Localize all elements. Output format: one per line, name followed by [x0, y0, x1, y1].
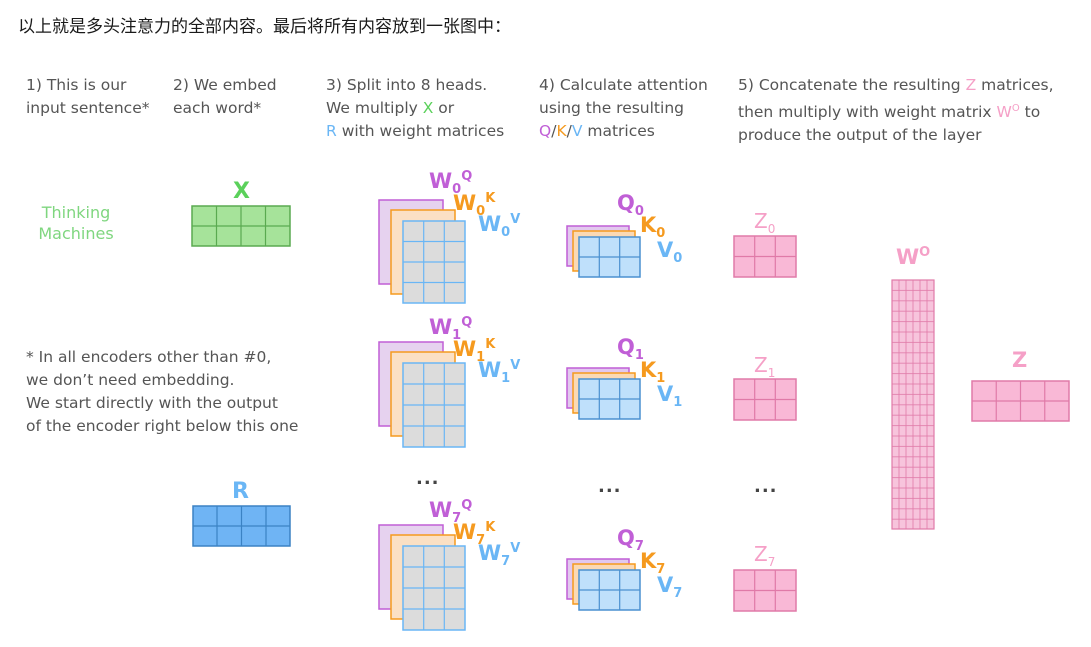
superscript: Q — [461, 498, 473, 513]
v-label-head-1: V1 — [657, 382, 683, 411]
superscript: K — [485, 191, 496, 206]
k-letter: K — [640, 358, 657, 382]
superscript: Q — [461, 315, 473, 330]
subscript: 1 — [673, 395, 683, 411]
w-letter: W — [896, 245, 920, 269]
z-label-head-1: Z1 — [754, 355, 775, 379]
wv-label-head-0: W0V — [478, 213, 520, 239]
w-letter: W — [453, 520, 477, 544]
z-label-head-0: Z0 — [754, 211, 775, 235]
superscript: K — [485, 337, 496, 352]
subscript: 7 — [501, 554, 511, 570]
w-letter: W — [453, 337, 477, 361]
wv-label-head-1: W1V — [478, 359, 520, 385]
subscript: 0 — [767, 222, 776, 236]
superscript: V — [510, 212, 521, 227]
q-letter: Q — [617, 191, 635, 215]
qkv-stack-head-0 — [566, 225, 641, 278]
subscript: 7 — [673, 586, 683, 602]
v-letter: V — [657, 382, 674, 406]
w-letter: W — [429, 498, 453, 522]
k-label-head-0: K0 — [640, 213, 665, 241]
k-letter: K — [640, 549, 657, 573]
subscript: 1 — [767, 366, 776, 380]
r-label: R — [232, 479, 249, 504]
qkv-stack-head-1 — [566, 367, 641, 420]
q-letter: Q — [617, 526, 635, 550]
w-letter: W — [429, 169, 453, 193]
w-letter: W — [453, 191, 477, 215]
r-matrix — [192, 505, 291, 547]
subscript: 0 — [501, 225, 511, 241]
ellipsis-z: ... — [754, 476, 778, 497]
subscript: 7 — [767, 555, 776, 569]
wv-label-head-7: W7V — [478, 542, 520, 568]
matrix-figure — [191, 199, 1070, 631]
superscript: Q — [461, 169, 473, 184]
w-letter: W — [478, 358, 502, 382]
k-letter: K — [640, 213, 657, 237]
z-label-head-7: Z7 — [754, 544, 775, 568]
wo-weight-matrix — [891, 279, 935, 530]
superscript: V — [510, 358, 521, 373]
subscript: 1 — [501, 371, 511, 387]
v-letter: V — [657, 573, 674, 597]
v-label-head-7: V7 — [657, 573, 683, 602]
z-letter: Z — [754, 209, 768, 233]
q-letter: Q — [617, 335, 635, 359]
v-label-head-0: V0 — [657, 238, 683, 267]
output-z-matrix — [971, 380, 1070, 422]
wo-label: WO — [896, 246, 930, 268]
w-letter: W — [429, 315, 453, 339]
ellipsis-qkv: ... — [598, 476, 622, 497]
w-letter: W — [478, 541, 502, 565]
qkv-stack-head-7 — [566, 558, 641, 611]
superscript: K — [485, 520, 496, 535]
z-letter: Z — [754, 542, 768, 566]
z-matrix-head-7 — [733, 569, 797, 612]
x-label: X — [233, 179, 250, 204]
z-matrix-head-1 — [733, 378, 797, 421]
w-letter: W — [478, 212, 502, 236]
superscript: O — [919, 245, 931, 260]
superscript: V — [510, 541, 521, 556]
subscript: 0 — [673, 251, 683, 267]
output-z-label: Z — [1012, 348, 1028, 372]
z-letter: Z — [754, 353, 768, 377]
z-matrix-head-0 — [733, 235, 797, 278]
x-embedding-matrix — [191, 205, 291, 247]
v-letter: V — [657, 238, 674, 262]
ellipsis-weights: ... — [416, 468, 440, 489]
